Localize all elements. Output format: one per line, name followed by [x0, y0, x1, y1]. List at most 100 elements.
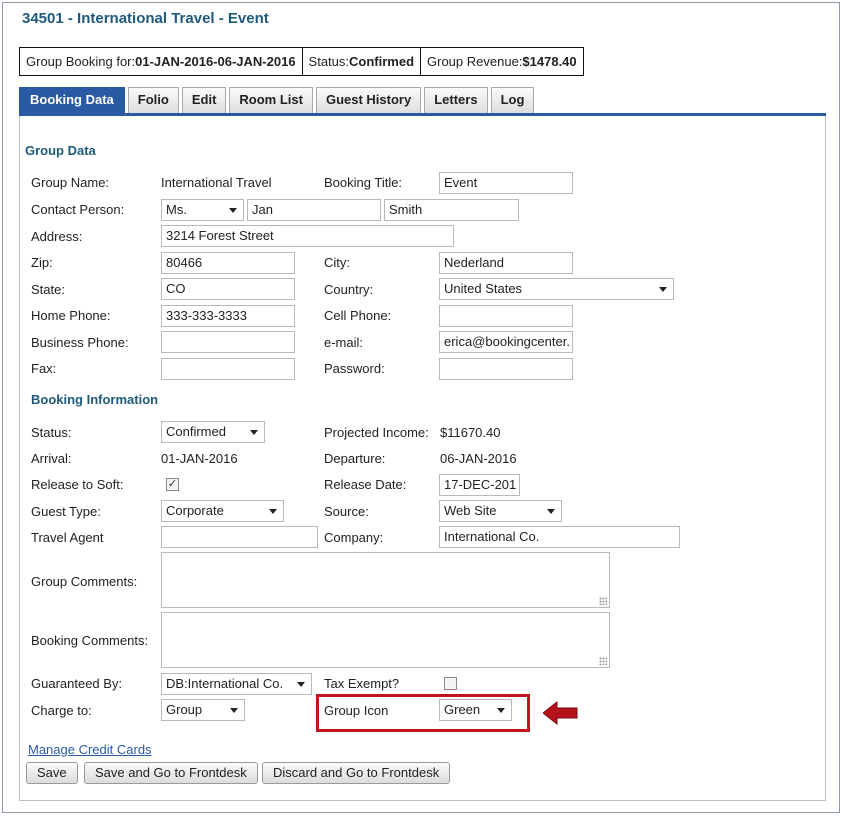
booking-comments-textarea[interactable] — [161, 612, 610, 668]
business-phone-input[interactable] — [161, 331, 295, 353]
guaranteed-by-value: DB:International Co. — [166, 676, 284, 691]
arrow-left-icon — [543, 701, 578, 725]
projected-income-label: Projected Income: — [324, 425, 429, 440]
group-booking-value: 01-JAN-2016-06-JAN-2016 — [135, 54, 296, 69]
email-input[interactable]: erica@bookingcenter. — [439, 331, 573, 353]
address-input[interactable]: 3214 Forest Street — [161, 225, 454, 247]
email-label: e-mail: — [324, 335, 364, 350]
tab-edit[interactable]: Edit — [181, 87, 227, 113]
password-input[interactable] — [439, 358, 573, 380]
state-input[interactable]: CO — [161, 278, 295, 300]
group-revenue-label: Group Revenue: — [427, 54, 523, 69]
salutation-value: Ms. — [166, 202, 187, 217]
manage-credit-cards-link[interactable]: Manage Credit Cards — [28, 742, 152, 757]
salutation-select[interactable]: Ms. — [161, 199, 244, 221]
booking-status-value: Confirmed — [166, 424, 226, 439]
booking-status-label: Status: — [31, 425, 72, 440]
tax-exempt-checkbox[interactable] — [444, 677, 457, 690]
address-label: Address: — [31, 229, 83, 244]
group-icon-select[interactable]: Green — [439, 699, 512, 721]
home-phone-input[interactable]: 333-333-3333 — [161, 305, 295, 327]
travel-agent-label: Travel Agent — [31, 530, 104, 545]
chevron-down-icon — [229, 208, 237, 213]
guaranteed-by-label: Guaranteed By: — [31, 676, 123, 691]
arrival-value: 01-JAN-2016 — [161, 451, 238, 466]
tab-log[interactable]: Log — [490, 87, 535, 113]
group-booking-label: Group Booking for: — [26, 54, 136, 69]
zip-label: Zip: — [31, 255, 53, 270]
chevron-down-icon — [230, 708, 238, 713]
guest-type-value: Corporate — [166, 503, 224, 518]
chevron-down-icon — [297, 682, 305, 687]
country-value: United States — [444, 281, 523, 296]
booking-status-select[interactable]: Confirmed — [161, 421, 265, 443]
save-and-go-to-frontdesk-button[interactable]: Save and Go to Frontdesk — [84, 762, 258, 784]
group-booking-cell: Group Booking for:01-JAN-2016-06-JAN-201… — [20, 48, 303, 75]
resize-grip-icon[interactable] — [599, 657, 607, 665]
fax-label: Fax: — [31, 361, 57, 376]
tab-room-list[interactable]: Room List — [229, 87, 313, 113]
save-button[interactable]: Save — [26, 762, 78, 784]
resize-grip-icon[interactable] — [599, 597, 607, 605]
business-phone-label: Business Phone: — [31, 335, 129, 350]
chevron-down-icon — [659, 287, 667, 292]
last-name-input[interactable]: Smith — [384, 199, 519, 221]
company-label: Company: — [324, 530, 384, 545]
guest-type-select[interactable]: Corporate — [161, 500, 284, 522]
chevron-down-icon — [250, 430, 258, 435]
guaranteed-by-select[interactable]: DB:International Co. — [161, 673, 312, 695]
state-label: State: — [31, 282, 65, 297]
source-value: Web Site — [444, 503, 497, 518]
source-label: Source: — [324, 504, 369, 519]
city-input[interactable]: Nederland — [439, 252, 573, 274]
source-select[interactable]: Web Site — [439, 500, 562, 522]
company-input[interactable]: International Co. — [439, 526, 680, 548]
tab-booking-data[interactable]: Booking Data — [19, 87, 125, 113]
tab-letters[interactable]: Letters — [424, 87, 488, 113]
release-to-soft-checkbox[interactable]: ✓ — [166, 478, 179, 491]
group-revenue-cell: Group Revenue:$1478.40 — [421, 48, 583, 75]
tab-bar: Booking Data Folio Edit Room List Guest … — [19, 87, 535, 113]
group-comments-label: Group Comments: — [31, 574, 138, 589]
status-value: Confirmed — [349, 54, 415, 69]
country-label: Country: — [324, 282, 374, 297]
release-to-soft-label: Release to Soft: — [31, 477, 124, 492]
group-revenue-value: $1478.40 — [522, 54, 577, 69]
tax-exempt-label: Tax Exempt? — [324, 676, 400, 691]
status-label: Status: — [308, 54, 350, 69]
page-title: 34501 - International Travel - Event — [22, 10, 269, 27]
fax-input[interactable] — [161, 358, 295, 380]
checkmark-icon: ✓ — [167, 478, 178, 490]
booking-comments-label: Booking Comments: — [31, 633, 149, 648]
group-icon-label: Group Icon — [324, 703, 389, 718]
release-date-label: Release Date: — [324, 477, 407, 492]
arrival-label: Arrival: — [31, 451, 72, 466]
departure-label: Departure: — [324, 451, 386, 466]
release-date-input[interactable]: 17-DEC-201 — [439, 474, 520, 496]
contact-person-label: Contact Person: — [31, 202, 125, 217]
charge-to-value: Group — [166, 702, 203, 717]
projected-income-value: $11670.40 — [440, 425, 501, 440]
chevron-down-icon — [269, 509, 277, 514]
country-select[interactable]: United States — [439, 278, 674, 300]
charge-to-select[interactable]: Group — [161, 699, 245, 721]
chevron-down-icon — [547, 509, 555, 514]
group-comments-textarea[interactable] — [161, 552, 610, 608]
zip-input[interactable]: 80466 — [161, 252, 295, 274]
booking-summary-bar: Group Booking for:01-JAN-2016-06-JAN-201… — [19, 47, 584, 76]
discard-and-go-to-frontdesk-button[interactable]: Discard and Go to Frontdesk — [262, 762, 451, 784]
booking-information-heading: Booking Information — [31, 392, 159, 407]
tab-guest-history[interactable]: Guest History — [315, 87, 422, 113]
first-name-input[interactable]: Jan — [247, 199, 381, 221]
booking-title-input[interactable]: Event — [439, 172, 573, 194]
tab-folio[interactable]: Folio — [127, 87, 179, 113]
group-name-value: International Travel — [161, 175, 272, 190]
chevron-down-icon — [497, 708, 505, 713]
travel-agent-input[interactable] — [161, 526, 318, 548]
group-icon-value: Green — [444, 702, 481, 717]
group-name-label: Group Name: — [31, 175, 110, 190]
cell-phone-label: Cell Phone: — [324, 308, 392, 323]
cell-phone-input[interactable] — [439, 305, 573, 327]
charge-to-label: Charge to: — [31, 703, 92, 718]
booking-title-label: Booking Title: — [324, 175, 403, 190]
